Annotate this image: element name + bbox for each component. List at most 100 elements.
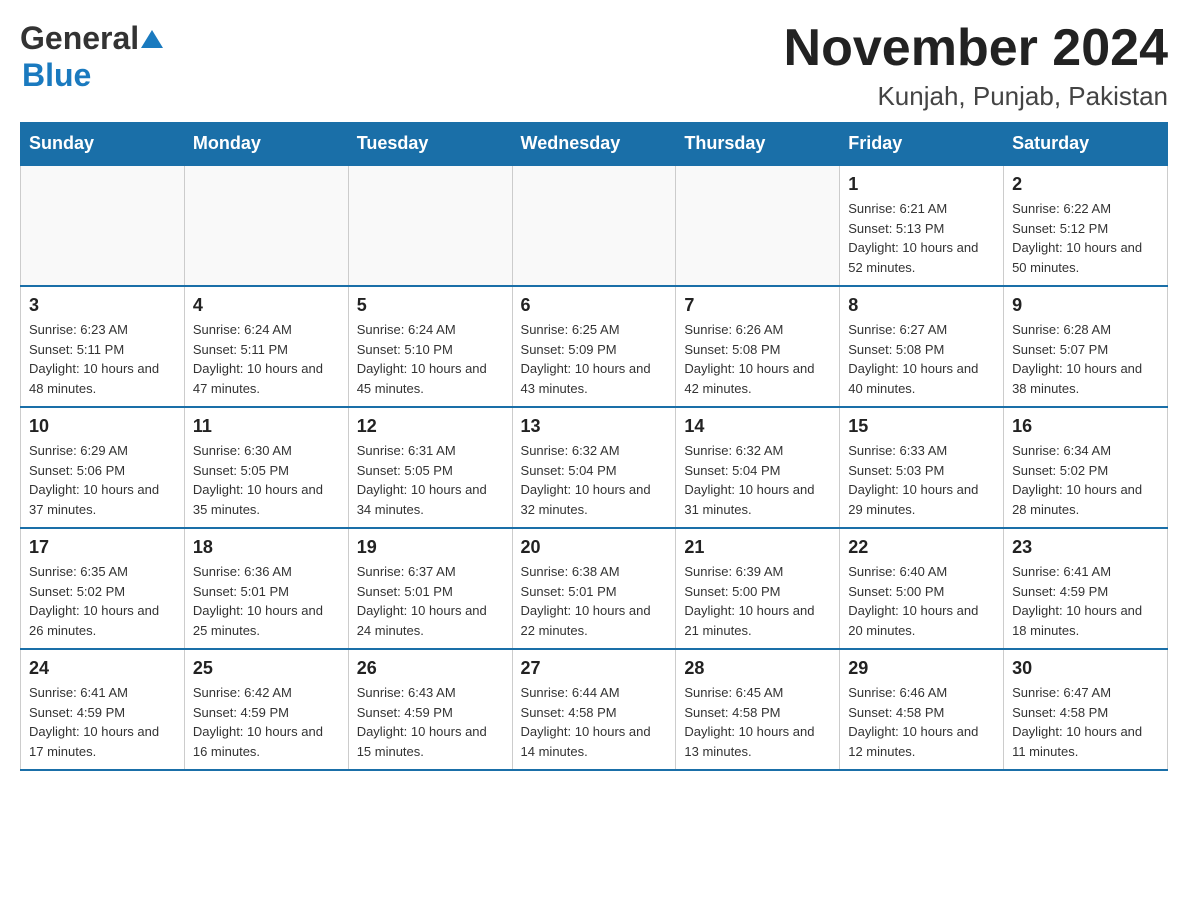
day-info: Sunrise: 6:23 AMSunset: 5:11 PMDaylight:…: [29, 320, 176, 398]
day-info: Sunrise: 6:46 AMSunset: 4:58 PMDaylight:…: [848, 683, 995, 761]
day-info: Sunrise: 6:42 AMSunset: 4:59 PMDaylight:…: [193, 683, 340, 761]
day-number: 10: [29, 416, 176, 437]
day-number: 8: [848, 295, 995, 316]
title-block: November 2024 Kunjah, Punjab, Pakistan: [784, 20, 1168, 112]
day-number: 9: [1012, 295, 1159, 316]
calendar-week-row: 1 Sunrise: 6:21 AMSunset: 5:13 PMDaylight…: [21, 165, 1168, 286]
logo: General Blue: [20, 20, 163, 94]
weekday-header-saturday: Saturday: [1004, 123, 1168, 166]
calendar-table: SundayMondayTuesdayWednesdayThursdayFrid…: [20, 122, 1168, 771]
calendar-day-cell: 12Sunrise: 6:31 AMSunset: 5:05 PMDayligh…: [348, 407, 512, 528]
day-number: 5: [357, 295, 504, 316]
day-info: Sunrise: 6:39 AMSunset: 5:00 PMDaylight:…: [684, 562, 831, 640]
day-number: 15: [848, 416, 995, 437]
day-info: Sunrise: 6:25 AMSunset: 5:09 PMDaylight:…: [521, 320, 668, 398]
calendar-day-cell: 5Sunrise: 6:24 AMSunset: 5:10 PMDaylight…: [348, 286, 512, 407]
calendar-day-cell: 13Sunrise: 6:32 AMSunset: 5:04 PMDayligh…: [512, 407, 676, 528]
weekday-header-row: SundayMondayTuesdayWednesdayThursdayFrid…: [21, 123, 1168, 166]
day-info: Sunrise: 6:22 AMSunset: 5:12 PMDaylight:…: [1012, 199, 1159, 277]
calendar-day-cell: 6 Sunrise: 6:25 AMSunset: 5:09 PMDaylight…: [512, 286, 676, 407]
calendar-week-row: 10 Sunrise: 6:29 AMSunset: 5:06 PMDayligh…: [21, 407, 1168, 528]
day-info: Sunrise: 6:28 AMSunset: 5:07 PMDaylight:…: [1012, 320, 1159, 398]
weekday-header-friday: Friday: [840, 123, 1004, 166]
day-info: Sunrise: 6:27 AMSunset: 5:08 PMDaylight:…: [848, 320, 995, 398]
calendar-day-cell: 27Sunrise: 6:44 AMSunset: 4:58 PMDayligh…: [512, 649, 676, 770]
day-number: 27: [521, 658, 668, 679]
day-number: 7: [684, 295, 831, 316]
month-year-title: November 2024: [784, 20, 1168, 77]
day-info: Sunrise: 6:45 AMSunset: 4:58 PMDaylight:…: [684, 683, 831, 761]
calendar-day-cell: [676, 165, 840, 286]
calendar-day-cell: 23 Sunrise: 6:41 AMSunset: 4:59 PMDayligh…: [1004, 528, 1168, 649]
calendar-day-cell: 1 Sunrise: 6:21 AMSunset: 5:13 PMDaylight…: [840, 165, 1004, 286]
day-number: 1: [848, 174, 995, 195]
day-number: 17: [29, 537, 176, 558]
day-number: 20: [521, 537, 668, 558]
day-info: Sunrise: 6:26 AMSunset: 5:08 PMDaylight:…: [684, 320, 831, 398]
day-number: 16: [1012, 416, 1159, 437]
calendar-day-cell: 26 Sunrise: 6:43 AMSunset: 4:59 PMDayligh…: [348, 649, 512, 770]
weekday-header-monday: Monday: [184, 123, 348, 166]
calendar-day-cell: 11 Sunrise: 6:30 AMSunset: 5:05 PMDayligh…: [184, 407, 348, 528]
day-info: Sunrise: 6:33 AMSunset: 5:03 PMDaylight:…: [848, 441, 995, 519]
calendar-day-cell: 4 Sunrise: 6:24 AMSunset: 5:11 PMDaylight…: [184, 286, 348, 407]
day-number: 18: [193, 537, 340, 558]
calendar-day-cell: 29 Sunrise: 6:46 AMSunset: 4:58 PMDayligh…: [840, 649, 1004, 770]
calendar-day-cell: 25Sunrise: 6:42 AMSunset: 4:59 PMDayligh…: [184, 649, 348, 770]
day-info: Sunrise: 6:31 AMSunset: 5:05 PMDaylight:…: [357, 441, 504, 519]
day-number: 2: [1012, 174, 1159, 195]
calendar-day-cell: 19Sunrise: 6:37 AMSunset: 5:01 PMDayligh…: [348, 528, 512, 649]
calendar-week-row: 24 Sunrise: 6:41 AMSunset: 4:59 PMDayligh…: [21, 649, 1168, 770]
calendar-day-cell: 8 Sunrise: 6:27 AMSunset: 5:08 PMDaylight…: [840, 286, 1004, 407]
day-info: Sunrise: 6:36 AMSunset: 5:01 PMDaylight:…: [193, 562, 340, 640]
calendar-day-cell: 18 Sunrise: 6:36 AMSunset: 5:01 PMDayligh…: [184, 528, 348, 649]
weekday-header-tuesday: Tuesday: [348, 123, 512, 166]
calendar-day-cell: 28 Sunrise: 6:45 AMSunset: 4:58 PMDayligh…: [676, 649, 840, 770]
day-number: 4: [193, 295, 340, 316]
day-info: Sunrise: 6:41 AMSunset: 4:59 PMDaylight:…: [29, 683, 176, 761]
day-info: Sunrise: 6:30 AMSunset: 5:05 PMDaylight:…: [193, 441, 340, 519]
day-number: 3: [29, 295, 176, 316]
day-info: Sunrise: 6:41 AMSunset: 4:59 PMDaylight:…: [1012, 562, 1159, 640]
weekday-header-sunday: Sunday: [21, 123, 185, 166]
day-info: Sunrise: 6:29 AMSunset: 5:06 PMDaylight:…: [29, 441, 176, 519]
weekday-header-thursday: Thursday: [676, 123, 840, 166]
location-subtitle: Kunjah, Punjab, Pakistan: [784, 81, 1168, 112]
day-number: 28: [684, 658, 831, 679]
calendar-day-cell: [21, 165, 185, 286]
day-number: 23: [1012, 537, 1159, 558]
day-info: Sunrise: 6:37 AMSunset: 5:01 PMDaylight:…: [357, 562, 504, 640]
day-info: Sunrise: 6:21 AMSunset: 5:13 PMDaylight:…: [848, 199, 995, 277]
day-info: Sunrise: 6:32 AMSunset: 5:04 PMDaylight:…: [684, 441, 831, 519]
calendar-day-cell: [348, 165, 512, 286]
page-header: General Blue November 2024 Kunjah, Punja…: [20, 20, 1168, 112]
day-number: 24: [29, 658, 176, 679]
logo-general-text: General: [20, 20, 139, 57]
calendar-day-cell: 22Sunrise: 6:40 AMSunset: 5:00 PMDayligh…: [840, 528, 1004, 649]
calendar-day-cell: 24 Sunrise: 6:41 AMSunset: 4:59 PMDayligh…: [21, 649, 185, 770]
day-number: 13: [521, 416, 668, 437]
calendar-day-cell: 21Sunrise: 6:39 AMSunset: 5:00 PMDayligh…: [676, 528, 840, 649]
calendar-day-cell: 15 Sunrise: 6:33 AMSunset: 5:03 PMDayligh…: [840, 407, 1004, 528]
calendar-day-cell: [184, 165, 348, 286]
calendar-day-cell: 10 Sunrise: 6:29 AMSunset: 5:06 PMDayligh…: [21, 407, 185, 528]
day-number: 22: [848, 537, 995, 558]
day-info: Sunrise: 6:43 AMSunset: 4:59 PMDaylight:…: [357, 683, 504, 761]
calendar-day-cell: [512, 165, 676, 286]
day-number: 26: [357, 658, 504, 679]
day-info: Sunrise: 6:38 AMSunset: 5:01 PMDaylight:…: [521, 562, 668, 640]
day-number: 11: [193, 416, 340, 437]
day-info: Sunrise: 6:24 AMSunset: 5:11 PMDaylight:…: [193, 320, 340, 398]
day-info: Sunrise: 6:47 AMSunset: 4:58 PMDaylight:…: [1012, 683, 1159, 761]
day-info: Sunrise: 6:35 AMSunset: 5:02 PMDaylight:…: [29, 562, 176, 640]
day-number: 6: [521, 295, 668, 316]
calendar-day-cell: 30Sunrise: 6:47 AMSunset: 4:58 PMDayligh…: [1004, 649, 1168, 770]
day-number: 14: [684, 416, 831, 437]
calendar-day-cell: 17 Sunrise: 6:35 AMSunset: 5:02 PMDayligh…: [21, 528, 185, 649]
calendar-day-cell: 7 Sunrise: 6:26 AMSunset: 5:08 PMDaylight…: [676, 286, 840, 407]
calendar-day-cell: 20 Sunrise: 6:38 AMSunset: 5:01 PMDayligh…: [512, 528, 676, 649]
calendar-day-cell: 3 Sunrise: 6:23 AMSunset: 5:11 PMDaylight…: [21, 286, 185, 407]
calendar-day-cell: 16Sunrise: 6:34 AMSunset: 5:02 PMDayligh…: [1004, 407, 1168, 528]
day-number: 29: [848, 658, 995, 679]
calendar-week-row: 3 Sunrise: 6:23 AMSunset: 5:11 PMDaylight…: [21, 286, 1168, 407]
